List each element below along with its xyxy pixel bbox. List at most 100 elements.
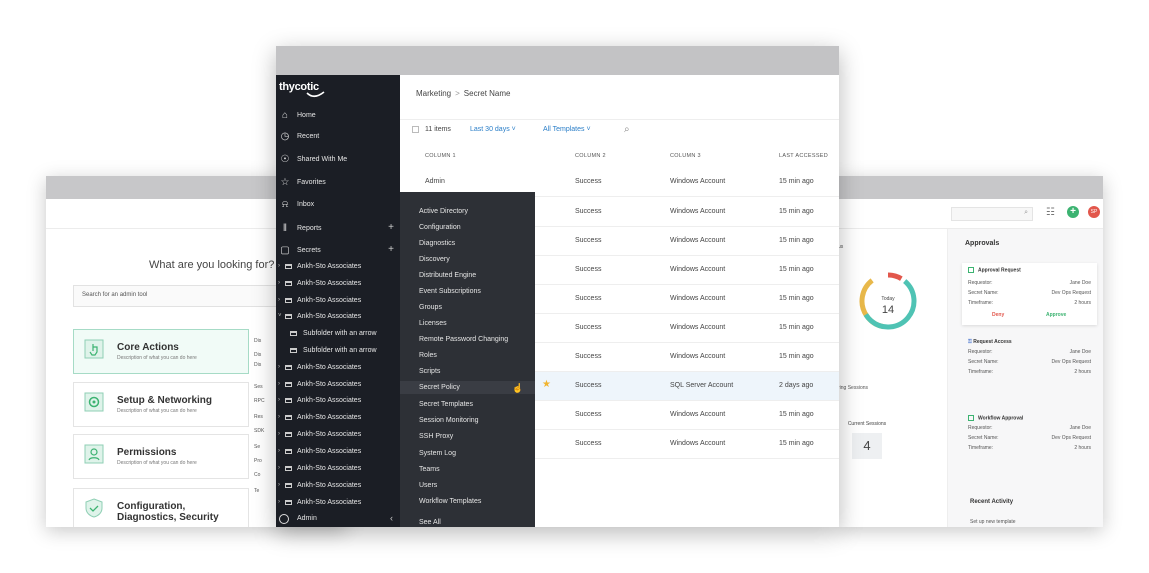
request-access-title: ⚿ Request Access xyxy=(968,339,1012,345)
sidebar-item-home[interactable]: ⌂ Home xyxy=(276,109,400,125)
avatar[interactable]: SP xyxy=(1088,206,1100,218)
folder-item[interactable]: › Ankh-Sto Associates xyxy=(276,463,400,477)
chevron-right-icon: › xyxy=(278,263,280,269)
folder-item[interactable]: › Ankh-Sto Associates xyxy=(276,429,400,443)
checkbox-icon xyxy=(968,415,974,421)
approval-request-card[interactable]: Approval Request Requestor: Jane Doe Secr… xyxy=(962,263,1097,325)
menu-item-distributed-engine[interactable]: Distributed Engine xyxy=(419,272,476,279)
menu-item-discovery[interactable]: Discovery xyxy=(419,256,450,263)
menu-item-event-subscriptions[interactable]: Event Subscriptions xyxy=(419,288,481,295)
menu-item-diagnostics[interactable]: Diagnostics xyxy=(419,240,455,247)
menu-item-groups[interactable]: Groups xyxy=(419,304,442,311)
sidebar-item-favorites[interactable]: ☆ Favorites xyxy=(276,176,400,192)
menu-item-users[interactable]: Users xyxy=(419,482,437,489)
folder-icon xyxy=(285,466,292,471)
permissions-card[interactable]: Permissions Description of what you can … xyxy=(73,434,249,479)
folder-item[interactable]: ˅ Ankh-Sto Associates xyxy=(276,311,400,325)
menu-item-scripts[interactable]: Scripts xyxy=(419,368,440,375)
menu-item-workflow-templates[interactable]: Workflow Templates xyxy=(419,498,481,505)
subfolder-item[interactable]: Subfolder with an arrow xyxy=(276,328,400,342)
breadcrumb-current: Secret Name xyxy=(463,89,511,98)
folder-icon xyxy=(285,365,292,370)
workflow-approval-card[interactable]: Workflow Approval Requestor: Jane Doe Sec… xyxy=(962,415,1097,455)
menu-item-see-all[interactable]: See All xyxy=(419,519,441,526)
folder-item[interactable]: › Ankh-Sto Associates xyxy=(276,412,400,426)
subfolder-item[interactable]: Subfolder with an arrow xyxy=(276,345,400,359)
secret-server-window: thycotic ⌂ Home ◷ Recent ☉ Shared With Me ☆… xyxy=(276,46,839,527)
dashboard-search-input[interactable]: ⌕ xyxy=(951,207,1033,221)
sidebar-item-admin[interactable]: Admin ‹ xyxy=(276,513,400,527)
sidebar-item-recent[interactable]: ◷ Recent xyxy=(276,130,400,146)
menu-item-teams[interactable]: Teams xyxy=(419,466,440,473)
current-sessions-label: Current Sessions xyxy=(847,421,887,427)
logo-swoosh-icon xyxy=(306,91,325,98)
sidebar-item-reports[interactable]: ‖ Reports + xyxy=(276,222,400,238)
template-filter-dropdown[interactable]: All Templates ˅ xyxy=(543,126,591,133)
folder-icon xyxy=(285,382,292,387)
folder-icon xyxy=(285,449,292,454)
request-access-card[interactable]: ⚿ Request Access Requestor: Jane Doe Secr… xyxy=(962,339,1097,379)
menu-item-system-log[interactable]: System Log xyxy=(419,450,456,457)
folder-item[interactable]: › Ankh-Sto Associates xyxy=(276,295,400,309)
approvals-title: Approvals xyxy=(965,240,1000,247)
chevron-right-icon: › xyxy=(278,414,280,420)
folder-item[interactable]: › Ankh-Sto Associates xyxy=(276,362,400,376)
folder-icon xyxy=(285,432,292,437)
add-secret-icon[interactable]: + xyxy=(388,244,394,255)
column-header[interactable]: LAST ACCESSED xyxy=(779,153,828,159)
search-icon[interactable]: ⌕ xyxy=(624,124,630,135)
menu-item-secret-templates[interactable]: Secret Templates xyxy=(419,401,473,408)
deny-button[interactable]: Deny xyxy=(992,312,1004,318)
favorite-star-icon[interactable]: ★ xyxy=(542,379,551,390)
approve-button[interactable]: Approve xyxy=(1046,312,1066,318)
add-report-icon[interactable]: + xyxy=(388,222,394,233)
menu-item-session-monitoring[interactable]: Session Monitoring xyxy=(419,417,479,424)
folder-item[interactable]: › Ankh-Sto Associates xyxy=(276,379,400,393)
approvals-panel: Approvals Approval Request Requestor: Jan… xyxy=(947,229,1103,527)
breadcrumb-parent[interactable]: Marketing xyxy=(416,89,451,98)
core-actions-card[interactable]: Core Actions Description of what you can… xyxy=(73,329,249,374)
select-all-checkbox[interactable] xyxy=(412,126,419,133)
search-question: What are you looking for? xyxy=(149,259,275,271)
menu-item-configuration[interactable]: Configuration xyxy=(419,224,461,231)
workflow-approval-title: Workflow Approval xyxy=(968,415,1023,421)
folder-item[interactable]: › Ankh-Sto Associates xyxy=(276,446,400,460)
folder-icon xyxy=(285,398,292,403)
lock-icon: ▢ xyxy=(280,245,290,256)
home-icon: ⌂ xyxy=(281,110,289,121)
recent-activity-item[interactable]: Set up new template xyxy=(970,519,1016,525)
apps-grid-icon[interactable]: ☷ xyxy=(1046,207,1057,218)
folder-item[interactable]: › Ankh-Sto Associates xyxy=(276,278,400,292)
chevron-right-icon: › xyxy=(278,381,280,387)
folder-item[interactable]: › Ankh-Sto Associates xyxy=(276,480,400,494)
checkbox-icon xyxy=(968,267,974,273)
chevron-right-icon: › xyxy=(278,297,280,303)
donut-value: 14 xyxy=(881,304,895,316)
column-header[interactable]: COLUMN 3 xyxy=(670,153,701,159)
folder-item[interactable]: › Ankh-Sto Associates xyxy=(276,497,400,511)
divider xyxy=(400,119,839,120)
share-icon: ☉ xyxy=(280,154,290,165)
menu-item-secret-policy[interactable]: Secret Policy ☝ xyxy=(400,381,535,394)
menu-item-licenses[interactable]: Licenses xyxy=(419,320,447,327)
column-header[interactable]: COLUMN 1 xyxy=(425,153,456,159)
add-icon[interactable]: + xyxy=(1067,206,1079,218)
menu-item-active-directory[interactable]: Active Directory xyxy=(419,208,468,215)
chevron-right-icon: › xyxy=(278,364,280,370)
sidebar-item-shared[interactable]: ☉ Shared With Me xyxy=(276,153,400,169)
folder-item[interactable]: › Ankh-Sto Associates xyxy=(276,261,400,275)
menu-item-roles[interactable]: Roles xyxy=(419,352,437,359)
sidebar-item-inbox[interactable]: ⍾ Inbox xyxy=(276,198,400,214)
menu-item-remote-password-changing[interactable]: Remote Password Changing xyxy=(419,336,508,343)
date-filter-dropdown[interactable]: Last 30 days ˅ xyxy=(470,126,516,133)
configuration-card[interactable]: Configuration, Diagnostics, Security xyxy=(73,488,249,527)
breadcrumb: Marketing > Secret Name xyxy=(416,89,510,98)
folder-icon xyxy=(285,264,292,269)
setup-networking-card[interactable]: Setup & Networking Description of what y… xyxy=(73,382,249,427)
folder-icon xyxy=(290,331,297,336)
sidebar-item-secrets[interactable]: ▢ Secrets + xyxy=(276,244,400,260)
folder-item[interactable]: › Ankh-Sto Associates xyxy=(276,395,400,409)
column-header[interactable]: COLUMN 2 xyxy=(575,153,606,159)
chevron-left-icon: ‹ xyxy=(390,513,393,523)
menu-item-ssh-proxy[interactable]: SSH Proxy xyxy=(419,433,453,440)
